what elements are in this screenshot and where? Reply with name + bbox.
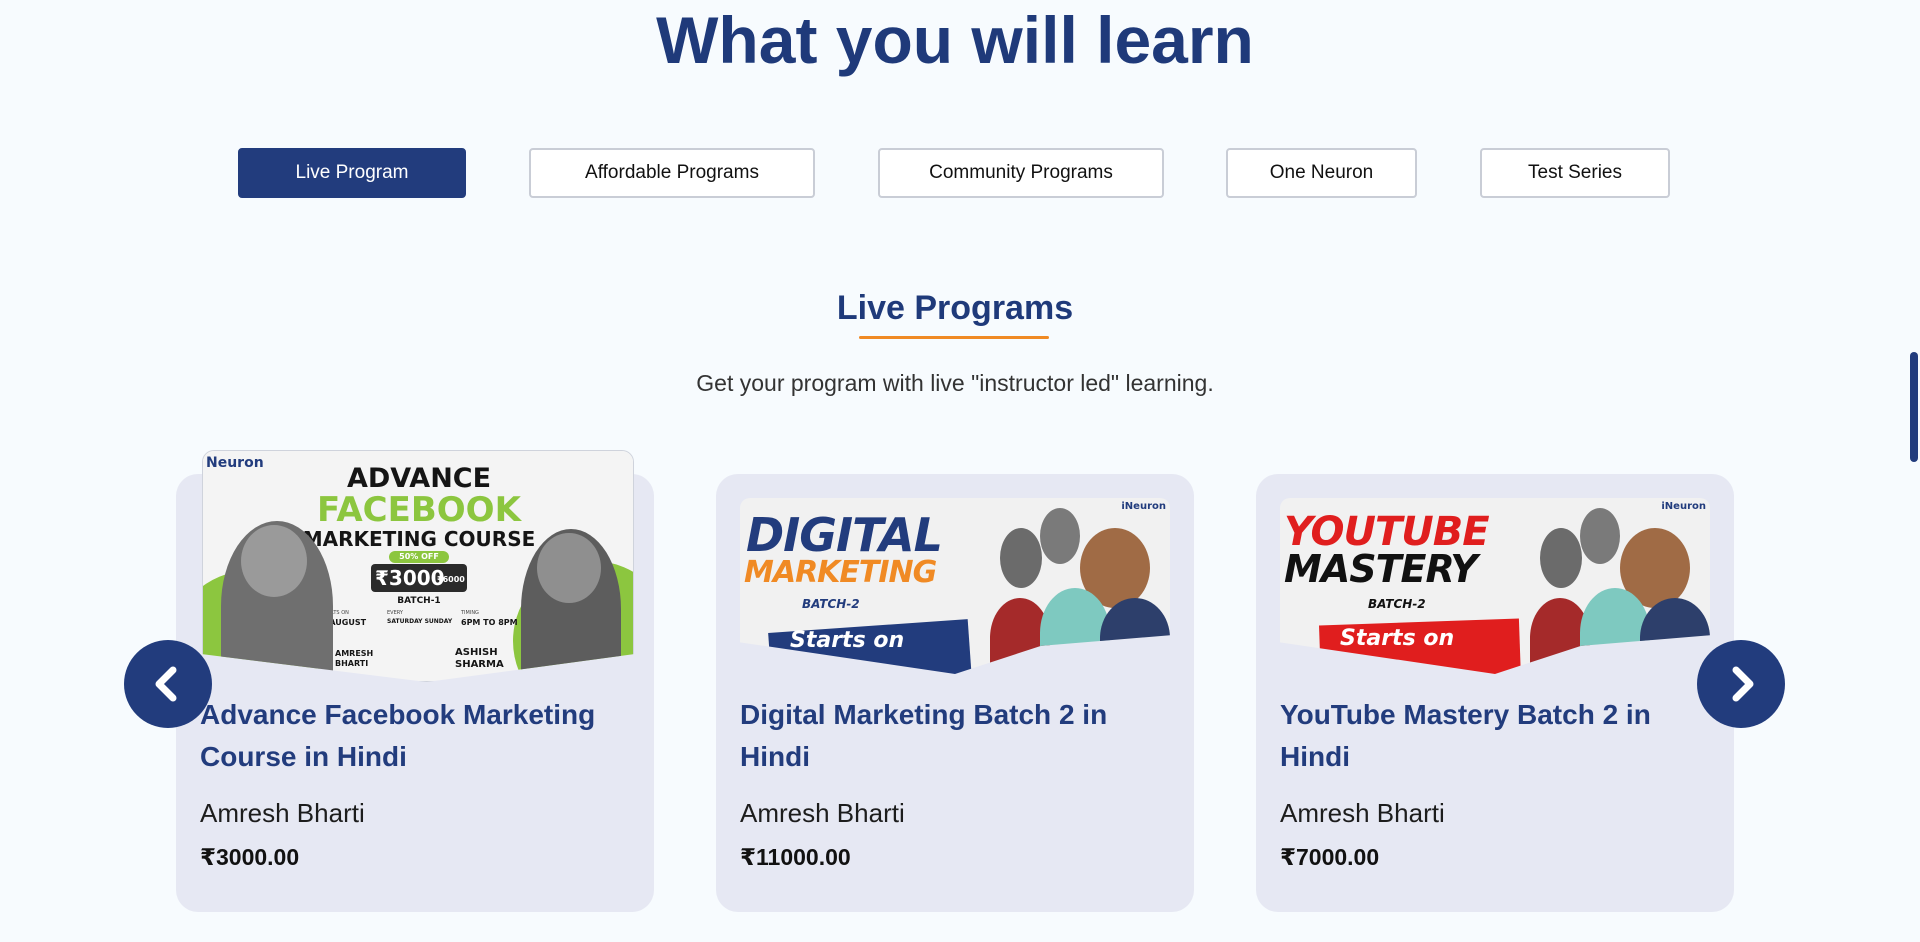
tab-one-neuron[interactable]: One Neuron (1226, 148, 1417, 198)
scrollbar-track[interactable] (1908, 0, 1920, 942)
course-price: ₹7000.00 (1280, 844, 1380, 870)
banner-name1: AMRESH BHARTI (335, 649, 374, 668)
banner-offer: 50% OFF (389, 551, 449, 563)
course-title[interactable]: YouTube Mastery Batch 2 in Hindi (1280, 694, 1710, 778)
instructor-photo (1040, 508, 1080, 564)
section-subtitle: Get your program with live "instructor l… (696, 370, 1214, 396)
course-thumbnail[interactable]: Neuron ADVANCE FACEBOOK MARKETING COURSE… (202, 450, 634, 682)
banner-days: SATURDAY SUNDAY (387, 618, 453, 625)
chevron-left-icon (155, 666, 177, 702)
instructor-photo (1540, 528, 1582, 588)
section-title: Live Programs (836, 289, 1074, 327)
instructor-photo (1580, 508, 1620, 564)
tab-test-series[interactable]: Test Series (1480, 148, 1670, 198)
program-tabs: Live Program Affordable Programs Communi… (0, 148, 1910, 198)
tab-live-program[interactable]: Live Program (238, 148, 466, 198)
banner-price: ₹3000 (375, 566, 445, 590)
carousel-prev-button[interactable] (124, 640, 212, 728)
instructor-photo (1100, 598, 1170, 674)
banner-line2: MARKETING (744, 555, 937, 590)
banner-timing-label: TIMING (461, 610, 479, 616)
banner-line1: ADVANCE (346, 463, 492, 494)
course-card[interactable]: Neuron ADVANCE FACEBOOK MARKETING COURSE… (176, 450, 654, 912)
instructor-photo (1640, 598, 1710, 674)
course-price: ₹3000.00 (200, 844, 300, 870)
banner-every-label: EVERY (387, 610, 403, 616)
instructor-face (241, 525, 307, 597)
instructor-photo (1000, 528, 1042, 588)
course-card[interactable]: iNeuron YOUTUBE MASTERY BATCH-2 Starts o… (1256, 474, 1734, 912)
course-price: ₹11000.00 (740, 844, 851, 870)
instructor-face (537, 533, 601, 603)
carousel-next-button[interactable] (1697, 640, 1785, 728)
banner-timing: 6PM TO 8PM (461, 618, 518, 627)
tab-community-programs[interactable]: Community Programs (878, 148, 1164, 198)
chevron-right-icon (1732, 666, 1754, 702)
course-thumbnail[interactable]: iNeuron YOUTUBE MASTERY BATCH-2 Starts o… (1280, 498, 1710, 674)
section-underline (859, 336, 1049, 339)
course-card[interactable]: iNeuron DIGITAL MARKETING BATCH-2 Starts… (716, 474, 1194, 912)
banner-batch: BATCH-2 (802, 597, 860, 611)
course-author: Amresh Bharti (1280, 798, 1445, 828)
tab-affordable-programs[interactable]: Affordable Programs (529, 148, 815, 198)
course-author: Amresh Bharti (200, 798, 365, 828)
banner-starts: Starts on (1340, 626, 1455, 651)
banner-brand: iNeuron (1121, 501, 1166, 512)
banner-line2: MASTERY (1284, 547, 1478, 591)
course-title[interactable]: Digital Marketing Batch 2 in Hindi (740, 694, 1170, 778)
banner-brand: iNeuron (1661, 501, 1706, 512)
course-author: Amresh Bharti (740, 798, 905, 828)
page-title: What you will learn (656, 3, 1254, 77)
banner-line1: DIGITAL (746, 508, 943, 562)
banner-name2: ASHISH SHARMA (455, 647, 504, 670)
scrollbar-thumb[interactable] (1910, 352, 1918, 462)
course-thumbnail[interactable]: iNeuron DIGITAL MARKETING BATCH-2 Starts… (740, 498, 1170, 674)
banner-batch: BATCH-2 (1368, 597, 1426, 611)
banner-old-price: ₹6000 (437, 575, 465, 584)
banner-starts: Starts on (790, 628, 905, 653)
banner-line1: YOUTUBE (1284, 509, 1490, 555)
course-title[interactable]: Advance Facebook Marketing Course in Hin… (200, 694, 630, 778)
